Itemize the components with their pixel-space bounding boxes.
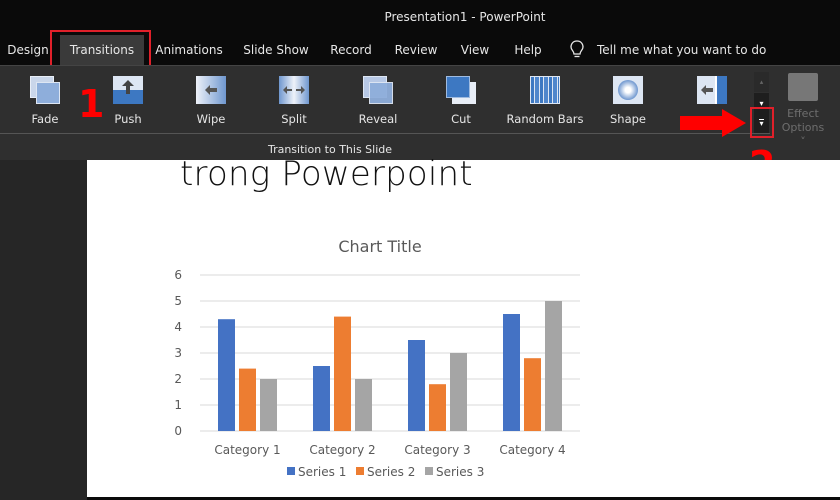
transition-uncover[interactable] xyxy=(672,76,752,104)
y-tick-label: 5 xyxy=(174,294,182,308)
transition-split[interactable]: Split xyxy=(254,76,334,126)
bar-chart[interactable]: Chart Title 0 1 2 3 4 5 6 Category 1 Category 2… xyxy=(160,230,600,500)
chart-gridlines xyxy=(200,274,580,432)
tab-help[interactable]: Help xyxy=(506,35,550,65)
window-title: Presentation1 - PowerPoint xyxy=(384,10,546,24)
tab-slide-show[interactable]: Slide Show xyxy=(234,35,318,65)
chart-bars xyxy=(218,301,562,431)
bar-series-3-category-3 xyxy=(450,353,467,431)
red-arrow-icon xyxy=(680,109,746,137)
bar-series-1-category-2 xyxy=(313,366,330,431)
y-tick-label: 0 xyxy=(174,424,182,438)
transition-reveal[interactable]: Reveal xyxy=(338,76,418,126)
transition-random-bars[interactable]: Random Bars xyxy=(505,76,585,126)
y-tick-label: 6 xyxy=(174,268,182,282)
transition-fade[interactable]: Fade xyxy=(5,76,85,126)
tab-record[interactable]: Record xyxy=(322,35,380,65)
x-axis-ticks: Category 1 Category 2 Category 3 Category 4 xyxy=(214,443,565,457)
push-icon xyxy=(113,76,143,104)
bar-series-1-category-4 xyxy=(503,314,520,431)
thumbnail-pane xyxy=(0,160,87,500)
transition-wipe[interactable]: Wipe xyxy=(171,76,251,126)
scroll-up-icon: ▴ xyxy=(759,78,764,86)
legend-label: Series 3 xyxy=(436,465,484,479)
x-tick-label: Category 4 xyxy=(499,443,565,457)
tell-me-search[interactable]: Tell me what you want to do xyxy=(597,35,766,65)
y-tick-label: 4 xyxy=(174,320,182,334)
effect-options-button[interactable]: Effect Options ˅ xyxy=(778,73,828,149)
bar-series-2-category-3 xyxy=(429,384,446,431)
legend-swatch xyxy=(287,467,295,475)
bar-series-3-category-2 xyxy=(355,379,372,431)
slide-title[interactable]: trong Powerpoint xyxy=(180,154,473,194)
y-tick-label: 2 xyxy=(174,372,182,386)
x-tick-label: Category 2 xyxy=(309,443,375,457)
lightbulb-icon[interactable] xyxy=(569,40,585,60)
shape-icon xyxy=(613,76,643,104)
wipe-icon xyxy=(196,76,226,104)
uncover-icon xyxy=(697,76,727,104)
legend-label: Series 2 xyxy=(367,465,415,479)
reveal-icon xyxy=(363,76,393,104)
x-tick-label: Category 3 xyxy=(404,443,470,457)
y-tick-label: 1 xyxy=(174,398,182,412)
tab-view[interactable]: View xyxy=(452,35,498,65)
y-tick-label: 3 xyxy=(174,346,182,360)
chart-legend: Series 1 Series 2 Series 3 xyxy=(287,465,484,479)
transition-shape[interactable]: Shape xyxy=(588,76,668,126)
tab-animations[interactable]: Animations xyxy=(148,35,230,65)
bar-series-3-category-4 xyxy=(545,301,562,431)
gallery-scroll-up[interactable]: ▴ xyxy=(754,72,769,92)
bar-series-2-category-4 xyxy=(524,358,541,431)
chart-title: Chart Title xyxy=(338,237,421,256)
random-bars-icon xyxy=(530,76,560,104)
transition-cut[interactable]: Cut xyxy=(421,76,501,126)
bar-series-2-category-2 xyxy=(334,316,351,431)
bar-series-2-category-1 xyxy=(239,368,256,431)
transition-gallery: Fade Push Wipe Split Reveal Cut Random B… xyxy=(0,66,770,134)
tab-review[interactable]: Review xyxy=(388,35,444,65)
cut-icon xyxy=(446,76,476,104)
y-axis-ticks: 0 1 2 3 4 5 6 xyxy=(174,268,182,438)
bar-series-3-category-1 xyxy=(260,379,277,431)
split-icon xyxy=(279,76,309,104)
tab-design[interactable]: Design xyxy=(0,35,56,65)
more-button-highlight xyxy=(750,107,774,138)
step-1-label: 1 xyxy=(78,82,105,126)
legend-label: Series 1 xyxy=(298,465,346,479)
legend-swatch xyxy=(425,467,433,475)
legend-swatch xyxy=(356,467,364,475)
fade-icon xyxy=(30,76,60,104)
x-tick-label: Category 1 xyxy=(214,443,280,457)
bar-series-1-category-1 xyxy=(218,319,235,431)
effect-options-icon xyxy=(788,73,818,101)
bar-series-1-category-3 xyxy=(408,340,425,431)
